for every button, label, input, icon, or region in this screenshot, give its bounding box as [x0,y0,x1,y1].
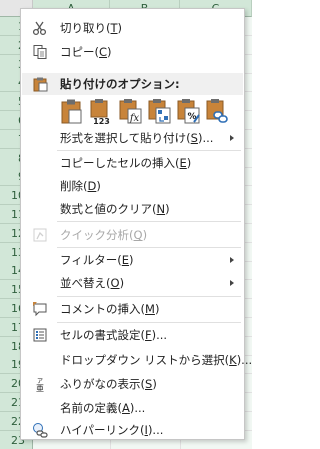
access-key: A [122,401,130,415]
menu-item-label: コメントの挿入( [60,302,145,316]
menu-item-label: クイック分析( [60,228,134,242]
menu-item-label: コピー( [60,45,99,59]
clipboard-formula-icon: fx [119,99,142,124]
comment-icon [33,302,47,317]
menu-item-format-cells[interactable]: セルの書式設定(F)... [22,324,243,346]
menu-item-label-tail: )... [197,131,214,145]
menu-item-label-tail: ) [107,45,112,59]
menu-item-label-tail: ) [142,228,148,242]
menu-item-label: ドロップダウン リストから選択( [60,353,230,367]
menu-item-label: ふりがなの表示( [60,377,145,391]
access-key: S [190,131,198,145]
scissors-icon [32,21,47,36]
menu-item-label: 並べ替え( [60,276,111,290]
menu-item-label: 名前の定義( [60,401,122,415]
menu-separator [57,322,241,323]
paste-option-caption: fx [129,113,140,124]
menu-separator [57,221,241,222]
clipboard-format-icon: % [177,99,200,124]
access-key: M [145,302,155,316]
context-menu: 切り取り(T) コピー(C) 貼り付けのオプション: 123 fx % 形式を選… [20,8,252,441]
menu-item-label: ハイパーリンク( [60,423,145,437]
menu-item-label-tail: ) [154,302,160,316]
submenu-arrow-icon [230,280,234,286]
svg-text:亜: 亜 [36,384,44,392]
phonetic-icon: ア 亜 [36,378,44,392]
menu-item-label-tail: )... [151,328,168,342]
paste-option-formulas-button[interactable]: fx [118,98,143,125]
access-key: Q [133,228,143,242]
menu-item-filter[interactable]: フィルター(E) [22,249,243,271]
menu-separator [57,296,241,297]
menu-item-define-name[interactable]: 名前の定義(A)... [22,397,243,419]
menu-item-label: フィルター( [60,253,122,267]
clipboard-link-icon [206,99,228,123]
copy-icon [33,45,47,59]
access-key: C [99,45,108,59]
submenu-arrow-icon [230,135,234,141]
menu-item-label: セルの書式設定( [60,328,145,342]
clipboard-icon [61,99,82,124]
access-key: N [156,202,166,216]
menu-item-hyperlink[interactable]: ハイパーリンク(I)... [22,419,243,441]
paste-option-link-button[interactable] [205,98,230,125]
menu-item-label-tail: ) [152,377,157,391]
paste-option-values-button[interactable]: 123 [89,98,114,126]
menu-separator [57,247,241,248]
menu-item-label-tail: ) [96,179,101,193]
menu-item-label-tail: ) [117,21,123,35]
menu-item-copy[interactable]: コピー(C) [22,41,243,63]
clipboard-icon [33,77,48,92]
quick-analysis-icon [33,228,47,242]
menu-item-quick-analysis: クイック分析(Q) [22,224,243,246]
menu-item-cut[interactable]: 切り取り(T) [22,17,243,39]
menu-item-label-tail: ) [165,202,170,216]
paste-option-formatting-button[interactable]: % [176,98,201,125]
menu-item-label-tail: )... [147,423,164,437]
access-key: E [179,156,187,170]
menu-separator [57,150,241,151]
paste-option-paste-button[interactable] [59,98,84,125]
menu-item-label-tail: ) [119,276,125,290]
menu-item-label: 形式を選択して貼り付け( [60,131,191,145]
access-key: E [121,253,130,267]
clipboard-values-icon: 123 [90,99,110,126]
menu-item-sort[interactable]: 並べ替え(O) [22,272,243,294]
access-key: O [110,276,120,290]
menu-item-insert-copied-cells[interactable]: コピーしたセルの挿入(E) [22,152,243,174]
menu-item-label-tail: ) [186,156,192,170]
menu-item-delete[interactable]: 削除(D) [22,175,243,197]
menu-item-paste-special[interactable]: 形式を選択して貼り付け(S)... [22,127,243,149]
paste-option-transpose-button[interactable] [147,98,172,125]
paste-options-heading-label: 貼り付けのオプション: [60,77,180,91]
format-cells-icon [33,328,47,342]
menu-item-label-tail: )... [129,401,146,415]
menu-item-pick-from-list[interactable]: ドロップダウン リストから選択(K)... [22,349,252,371]
menu-item-show-phonetic[interactable]: ア 亜 ふりがなの表示(S) [22,373,243,395]
paste-options-heading: 貼り付けのオプション: [22,73,243,95]
submenu-arrow-icon [230,257,234,263]
access-key: K [229,353,237,367]
access-key: F [145,328,152,342]
menu-item-label: 切り取り( [60,21,111,35]
menu-item-label: 数式と値のクリア( [60,202,157,216]
menu-item-insert-comment[interactable]: コメントの挿入(M) [22,298,243,320]
paste-option-caption: 123 [93,117,110,125]
menu-item-label: コピーしたセルの挿入( [60,156,180,170]
clipboard-transpose-icon [148,99,171,124]
hyperlink-icon [33,423,48,438]
menu-item-clear-contents[interactable]: 数式と値のクリア(N) [22,198,243,220]
access-key: T [110,21,118,35]
menu-item-label: 削除( [60,179,88,193]
menu-item-label-tail: ) [129,253,134,267]
menu-item-label-tail: )... [236,353,253,367]
